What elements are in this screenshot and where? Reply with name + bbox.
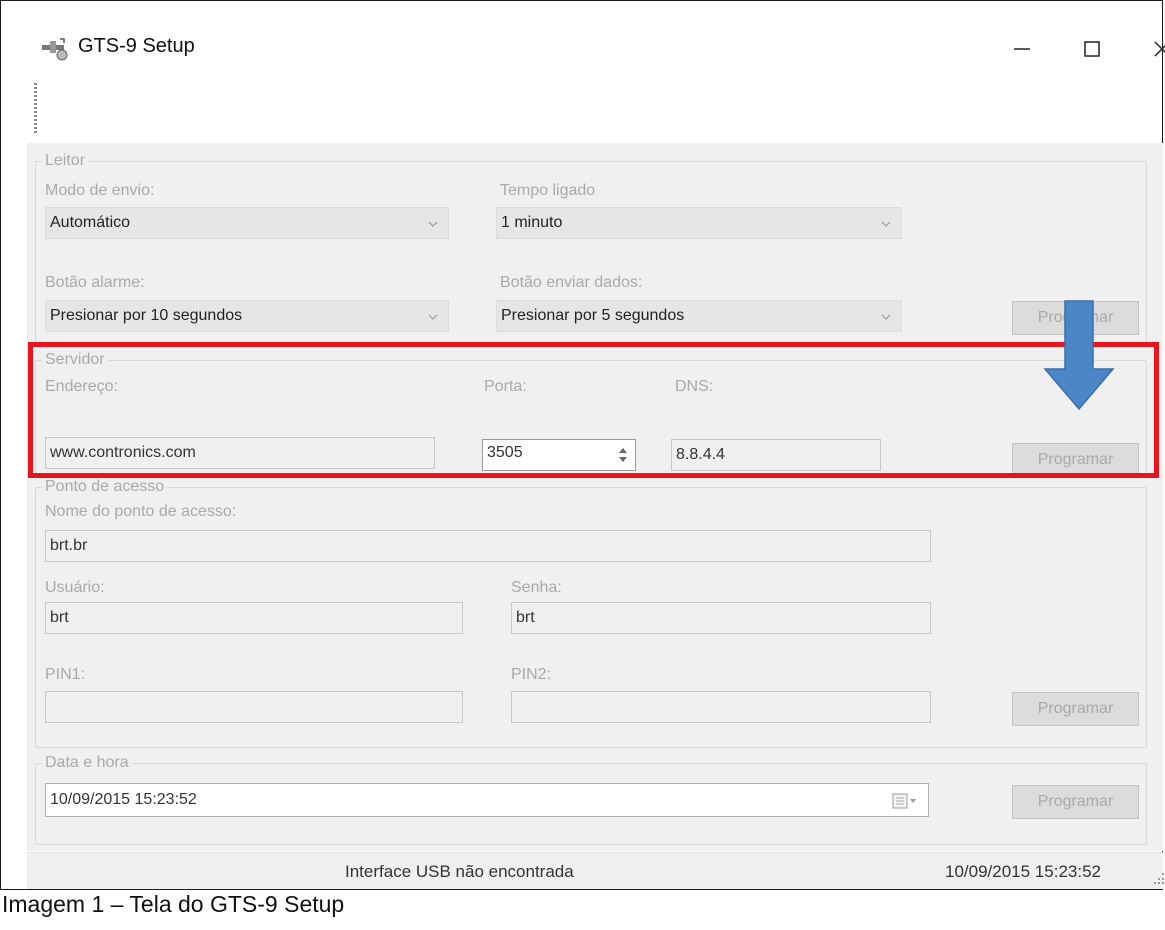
- minimize-button[interactable]: [992, 24, 1052, 74]
- minimize-icon: [1014, 48, 1030, 50]
- tempo-ligado-label: Tempo ligado: [500, 182, 596, 199]
- pin2-label: PIN2:: [511, 666, 552, 683]
- group-leitor-legend: Leitor: [42, 152, 89, 170]
- data-hora-program-button[interactable]: Programar: [1012, 785, 1139, 819]
- figure-caption: Imagem 1 – Tela do GTS-9 Setup: [2, 891, 345, 917]
- pin1-input[interactable]: [45, 691, 463, 723]
- botao-alarme-label: Botão alarme:: [45, 274, 145, 291]
- senha-value: brt: [516, 609, 535, 626]
- client-area: Leitor Modo de envio: Automático Tempo l…: [27, 143, 1163, 851]
- botao-alarme-value: Presionar por 10 segundos: [50, 307, 243, 324]
- pin1-label: PIN1:: [45, 666, 86, 683]
- data-hora-value: 10/09/2015 15:23:52: [50, 791, 197, 808]
- modo-envio-value: Automático: [50, 214, 131, 231]
- senha-label: Senha:: [511, 579, 562, 596]
- botao-alarme-select[interactable]: Presionar por 10 segundos: [45, 300, 449, 332]
- tempo-ligado-value: 1 minuto: [501, 214, 563, 231]
- chevron-down-icon: [881, 221, 891, 227]
- ponto-acesso-program-button[interactable]: Programar: [1012, 692, 1139, 726]
- botao-enviar-select[interactable]: Presionar por 5 segundos: [496, 300, 902, 332]
- status-bar: Interface USB não encontrada 10/09/2015 …: [27, 852, 1165, 889]
- status-datetime: 10/09/2015 15:23:52: [945, 862, 1101, 881]
- chevron-down-icon: [428, 221, 438, 227]
- window-title: GTS-9 Setup: [78, 35, 195, 57]
- maximize-icon: [1084, 41, 1100, 57]
- modo-envio-select[interactable]: Automático: [45, 207, 449, 239]
- nome-ponto-label: Nome do ponto de acesso:: [45, 503, 237, 520]
- tempo-ligado-select[interactable]: 1 minuto: [496, 207, 902, 239]
- down-arrow-icon: [1043, 300, 1115, 411]
- usuario-value: brt: [50, 609, 69, 626]
- highlight-box: [28, 342, 1159, 478]
- screenshot-frame: GTS-9 Setup Leitor Modo de envio: Automá…: [0, 0, 1165, 890]
- resize-grip-icon[interactable]: [1153, 871, 1165, 885]
- toolbar-grip[interactable]: [34, 83, 37, 133]
- usuario-label: Usuário:: [45, 579, 105, 596]
- maximize-button[interactable]: [1062, 24, 1122, 74]
- pin2-input[interactable]: [511, 691, 931, 723]
- chevron-down-icon: [881, 314, 891, 320]
- group-data-hora-legend: Data e hora: [42, 754, 132, 772]
- close-icon: [1154, 41, 1165, 57]
- senha-input[interactable]: brt: [511, 602, 931, 634]
- data-hora-picker[interactable]: 10/09/2015 15:23:52: [45, 783, 929, 817]
- group-ponto-acesso-legend: Ponto de acesso: [42, 478, 168, 496]
- chevron-down-icon: [428, 314, 438, 320]
- botao-enviar-label: Botão enviar dados:: [500, 274, 643, 291]
- botao-enviar-value: Presionar por 5 segundos: [501, 307, 685, 324]
- usuario-input[interactable]: brt: [45, 602, 463, 634]
- app-logo-icon: [42, 38, 68, 61]
- title-bar: GTS-9 Setup: [2, 2, 1165, 82]
- nome-ponto-value: brt.br: [50, 537, 88, 554]
- close-button[interactable]: [1132, 24, 1165, 74]
- nome-ponto-input[interactable]: brt.br: [45, 530, 931, 562]
- calendar-icon[interactable]: [892, 793, 918, 809]
- status-message: Interface USB não encontrada: [345, 862, 574, 881]
- modo-envio-label: Modo de envio:: [45, 182, 155, 199]
